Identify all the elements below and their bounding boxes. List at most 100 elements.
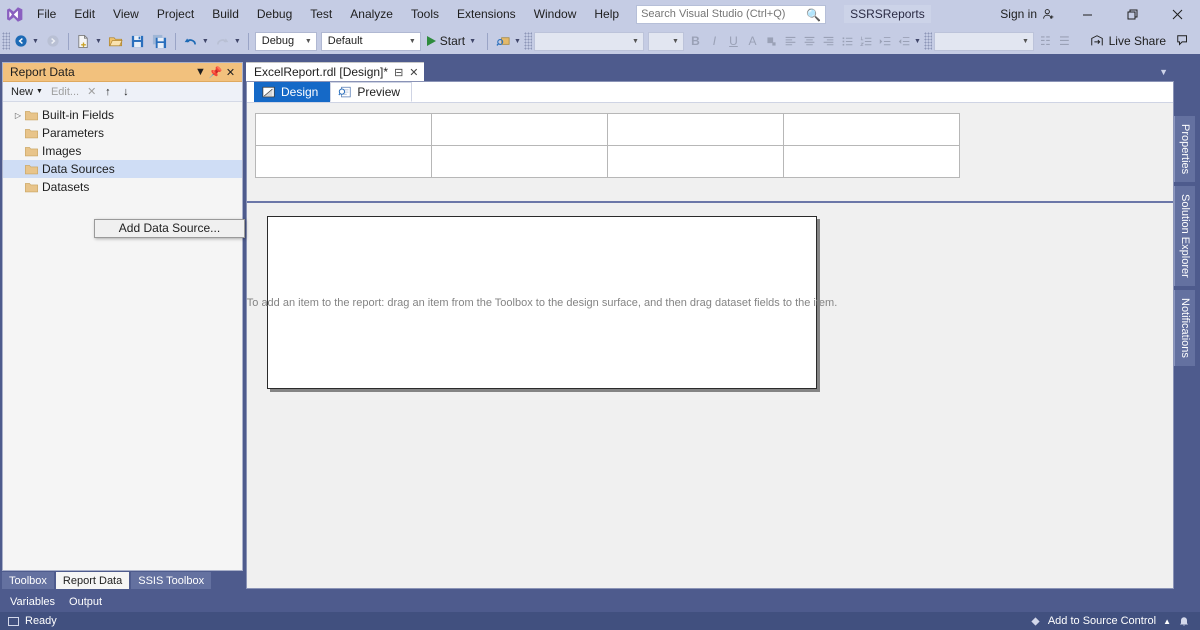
style-combo[interactable]: ▼ <box>933 31 1034 51</box>
save-all-button[interactable] <box>149 30 171 52</box>
solution-configuration-combo[interactable]: Debug ▼ <box>254 31 317 51</box>
tree-item-images[interactable]: Images <box>3 142 242 160</box>
table-row[interactable] <box>255 145 960 178</box>
font-size-combo[interactable]: ▼ <box>647 31 684 51</box>
design-surface[interactable]: To add an item to the report: drag an it… <box>247 203 1173 588</box>
navigate-forward-button[interactable] <box>42 30 64 52</box>
font-family-combo[interactable]: ▼ <box>533 31 644 51</box>
side-tab-notifications[interactable]: Notifications <box>1174 289 1195 366</box>
pin-icon[interactable]: ⊟ <box>394 66 403 79</box>
new-item-dropdown-icon[interactable]: ▼ <box>95 38 105 45</box>
tab-design[interactable]: Design <box>254 82 331 102</box>
arrow-up-icon[interactable]: ↑ <box>102 83 118 101</box>
align-left-button[interactable] <box>781 31 800 51</box>
dock-tab-output[interactable]: Output <box>65 596 106 608</box>
report-grid-table[interactable] <box>255 113 960 178</box>
menu-item-add-data-source[interactable]: Add Data Source... <box>95 220 244 237</box>
tree-item-data-sources[interactable]: Data Sources <box>3 160 242 178</box>
redo-button[interactable] <box>212 30 234 52</box>
underline-button[interactable]: U <box>724 31 743 51</box>
undo-button[interactable] <box>180 30 202 52</box>
edit-button[interactable]: Edit... <box>48 83 82 101</box>
save-button[interactable] <box>127 30 149 52</box>
indent-decrease-button[interactable] <box>895 31 914 51</box>
font-color-button[interactable]: A <box>743 31 762 51</box>
dock-tab-variables[interactable]: Variables <box>6 596 59 608</box>
grid-cell[interactable] <box>607 113 784 146</box>
menu-file[interactable]: File <box>28 0 65 28</box>
pin-icon[interactable]: 📌 <box>208 66 223 79</box>
grid-cell[interactable] <box>255 113 432 146</box>
menu-help[interactable]: Help <box>585 0 628 28</box>
navigate-back-dropdown-icon[interactable]: ▼ <box>32 38 42 45</box>
new-item-button[interactable] <box>73 30 95 52</box>
grid-cell[interactable] <box>255 145 432 178</box>
search-box[interactable]: 🔍 <box>636 4 827 24</box>
tree-item-built-in-fields[interactable]: ▷ Built-in Fields <box>3 106 242 124</box>
redo-dropdown-icon[interactable]: ▼ <box>234 38 244 45</box>
menu-window[interactable]: Window <box>525 0 586 28</box>
restore-button[interactable] <box>1110 0 1155 28</box>
grid-cell[interactable] <box>607 145 784 178</box>
new-button[interactable]: New ▼ <box>8 83 46 101</box>
extra-format-button[interactable]: ☰ <box>1055 31 1074 51</box>
side-tab-solution-explorer[interactable]: Solution Explorer <box>1174 186 1195 286</box>
sign-in-button[interactable]: Sign in <box>990 0 1065 28</box>
menu-debug[interactable]: Debug <box>248 0 301 28</box>
close-icon[interactable]: ✕ <box>409 66 418 79</box>
side-tab-properties[interactable]: Properties <box>1174 116 1195 183</box>
open-file-button[interactable] <box>105 30 127 52</box>
arrow-down-icon[interactable]: ↓ <box>120 83 136 101</box>
highlight-button[interactable] <box>762 31 781 51</box>
chevron-up-icon[interactable]: ▲ <box>1163 617 1171 626</box>
toolbar-grip[interactable] <box>923 32 932 50</box>
close-window-button[interactable] <box>1155 0 1200 28</box>
italic-button[interactable]: I <box>705 31 724 51</box>
tree-item-datasets[interactable]: Datasets <box>3 178 242 196</box>
grid-cell[interactable] <box>783 145 960 178</box>
menu-extensions[interactable]: Extensions <box>448 0 525 28</box>
menu-project[interactable]: Project <box>148 0 203 28</box>
start-dropdown-icon[interactable]: ▼ <box>469 38 479 45</box>
borders-button[interactable]: ☷ <box>1036 31 1055 51</box>
grid-cell[interactable] <box>783 113 960 146</box>
align-right-button[interactable] <box>819 31 838 51</box>
bullet-list-button[interactable] <box>838 31 857 51</box>
minimize-button[interactable] <box>1065 0 1110 28</box>
bell-icon[interactable] <box>1178 615 1190 627</box>
dock-tab-ssis-toolbox[interactable]: SSIS Toolbox <box>131 572 212 589</box>
grid-cell[interactable] <box>431 145 608 178</box>
tab-preview[interactable]: Preview <box>330 82 413 102</box>
menu-build[interactable]: Build <box>203 0 248 28</box>
menu-view[interactable]: View <box>104 0 148 28</box>
toolbar-grip[interactable] <box>2 32 10 50</box>
chevron-down-icon[interactable]: ▼ <box>193 66 208 78</box>
feedback-button[interactable] <box>1172 30 1194 52</box>
bold-button[interactable]: B <box>686 31 705 51</box>
navigate-back-button[interactable] <box>10 30 32 52</box>
undo-dropdown-icon[interactable]: ▼ <box>202 38 212 45</box>
document-tab-excelreport[interactable]: ExcelReport.rdl [Design]* ⊟ ✕ <box>246 62 424 81</box>
menu-analyze[interactable]: Analyze <box>341 0 402 28</box>
live-share-button[interactable]: Live Share <box>1084 34 1172 48</box>
toolbar-overflow-icon[interactable]: ▼ <box>514 38 524 45</box>
indent-increase-button[interactable] <box>876 31 895 51</box>
toolbar-grip[interactable] <box>523 32 532 50</box>
table-row[interactable] <box>255 113 960 146</box>
report-body[interactable]: To add an item to the report: drag an it… <box>247 216 837 389</box>
grid-cell[interactable] <box>431 113 608 146</box>
numbered-list-button[interactable] <box>857 31 876 51</box>
chevron-down-icon[interactable]: ▼ <box>1159 67 1174 77</box>
menu-edit[interactable]: Edit <box>65 0 104 28</box>
solution-platform-combo[interactable]: Default ▼ <box>320 31 421 51</box>
attach-process-button[interactable] <box>492 30 514 52</box>
menu-test[interactable]: Test <box>301 0 341 28</box>
format-overflow-icon[interactable]: ▼ <box>914 38 924 45</box>
source-control-label[interactable]: Add to Source Control <box>1048 615 1156 627</box>
menu-tools[interactable]: Tools <box>402 0 448 28</box>
dock-tab-toolbox[interactable]: Toolbox <box>2 572 54 589</box>
search-input[interactable] <box>641 5 807 23</box>
expander-icon[interactable]: ▷ <box>11 111 25 120</box>
tree-item-parameters[interactable]: Parameters <box>3 124 242 142</box>
dock-tab-report-data[interactable]: Report Data <box>55 572 130 589</box>
